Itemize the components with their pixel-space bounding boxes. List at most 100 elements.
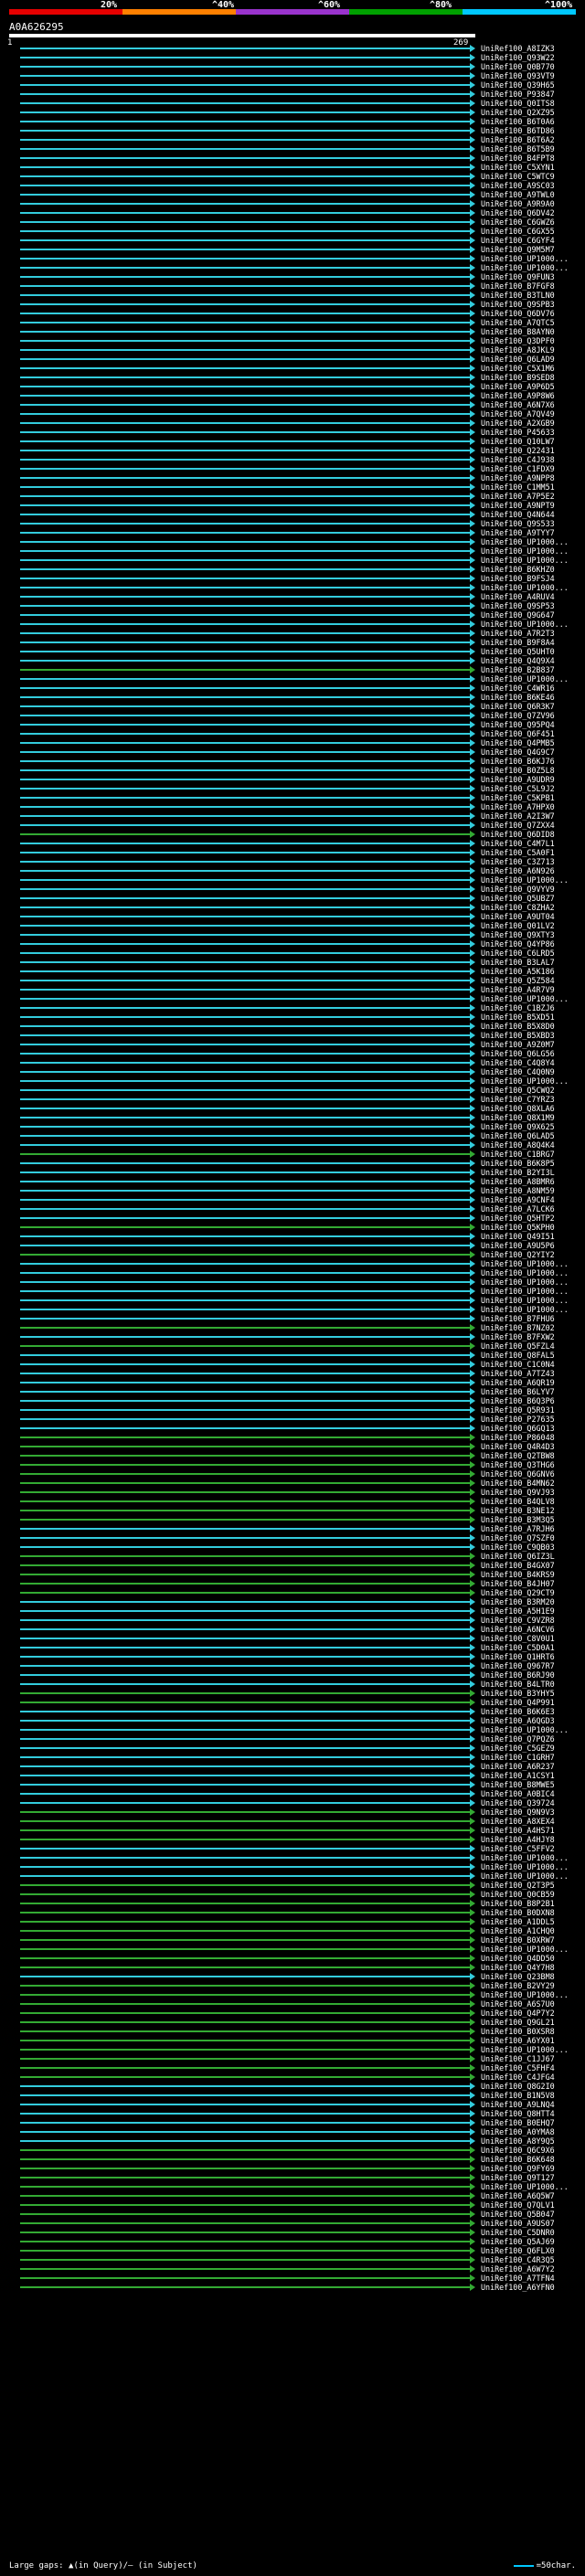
- hit-label[interactable]: UniRef100_A9CNF4: [481, 1195, 555, 1204]
- hit-label[interactable]: UniRef100_Q5CWQ2: [481, 1086, 555, 1095]
- hit-bar[interactable]: [20, 468, 470, 470]
- hit-bar[interactable]: [20, 1683, 470, 1685]
- hit-label[interactable]: UniRef100_B8MWE5: [481, 1780, 555, 1789]
- hit-label[interactable]: UniRef100_Q2TBW8: [481, 1451, 555, 1460]
- hit-bar[interactable]: [20, 331, 470, 333]
- hit-label[interactable]: UniRef100_B9F8A4: [481, 638, 555, 647]
- hit-bar[interactable]: [20, 1628, 470, 1630]
- hit-bar[interactable]: [20, 2030, 470, 2032]
- hit-label[interactable]: UniRef100_B5XD51: [481, 1012, 555, 1022]
- hit-bar[interactable]: [20, 523, 470, 525]
- hit-bar[interactable]: [20, 386, 470, 387]
- hit-label[interactable]: UniRef100_Q1HRT6: [481, 1652, 555, 1661]
- hit-label[interactable]: UniRef100_A6YX01: [481, 2036, 555, 2045]
- hit-bar[interactable]: [20, 249, 470, 250]
- hit-bar[interactable]: [20, 102, 470, 104]
- hit-label[interactable]: UniRef100_C6GX55: [481, 227, 555, 236]
- hit-label[interactable]: UniRef100_B6LYV7: [481, 1387, 555, 1396]
- hit-bar[interactable]: [20, 614, 470, 616]
- hit-label[interactable]: UniRef100_B0EHQ7: [481, 2118, 555, 2127]
- hit-label[interactable]: UniRef100_Q9VJ93: [481, 1488, 555, 1497]
- hit-bar[interactable]: [20, 2067, 470, 2069]
- hit-label[interactable]: UniRef100_Q9SP53: [481, 601, 555, 610]
- hit-bar[interactable]: [20, 568, 470, 570]
- hit-label[interactable]: UniRef100_B6T6A2: [481, 135, 555, 144]
- hit-bar[interactable]: [20, 1318, 470, 1320]
- hit-bar[interactable]: [20, 742, 470, 744]
- hit-bar[interactable]: [20, 1226, 470, 1228]
- hit-bar[interactable]: [20, 1784, 470, 1786]
- hit-bar[interactable]: [20, 1866, 470, 1868]
- hit-bar[interactable]: [20, 733, 470, 735]
- hit-label[interactable]: UniRef100_Q7PQZ6: [481, 1734, 555, 1744]
- hit-bar[interactable]: [20, 2003, 470, 2005]
- hit-bar[interactable]: [20, 1592, 470, 1594]
- hit-bar[interactable]: [20, 897, 470, 899]
- hit-bar[interactable]: [20, 852, 470, 853]
- hit-label[interactable]: UniRef100_A6QR19: [481, 1378, 555, 1387]
- hit-bar[interactable]: [20, 2204, 470, 2206]
- hit-bar[interactable]: [20, 450, 470, 451]
- hit-label[interactable]: UniRef100_A5H1E9: [481, 1606, 555, 1616]
- hit-label[interactable]: UniRef100_C6GYF4: [481, 236, 555, 245]
- hit-label[interactable]: UniRef100_A7TZ43: [481, 1369, 555, 1378]
- hit-label[interactable]: UniRef100_Q5UBZ7: [481, 894, 555, 903]
- hit-bar[interactable]: [20, 1354, 470, 1356]
- hit-bar[interactable]: [20, 1400, 470, 1402]
- hit-bar[interactable]: [20, 815, 470, 817]
- hit-label[interactable]: UniRef100_UP1000...: [481, 674, 569, 684]
- hit-bar[interactable]: [20, 1089, 470, 1091]
- hit-label[interactable]: UniRef100_C6LRD5: [481, 949, 555, 958]
- hit-bar[interactable]: [20, 313, 470, 314]
- hit-bar[interactable]: [20, 2186, 470, 2188]
- hit-bar[interactable]: [20, 1007, 470, 1009]
- hit-label[interactable]: UniRef100_A6YFN0: [481, 2283, 555, 2292]
- hit-bar[interactable]: [20, 1446, 470, 1447]
- hit-bar[interactable]: [20, 285, 470, 287]
- hit-label[interactable]: UniRef100_UP1000...: [481, 1268, 569, 1277]
- hit-label[interactable]: UniRef100_UP1000...: [481, 2182, 569, 2191]
- hit-bar[interactable]: [20, 358, 470, 360]
- hit-bar[interactable]: [20, 779, 470, 780]
- hit-label[interactable]: UniRef100_Q2XZ95: [481, 108, 555, 117]
- hit-label[interactable]: UniRef100_A9TYY7: [481, 528, 555, 537]
- hit-bar[interactable]: [20, 1016, 470, 1018]
- hit-label[interactable]: UniRef100_B0DXN8: [481, 1908, 555, 1917]
- hit-label[interactable]: UniRef100_Q39724: [481, 1798, 555, 1807]
- hit-label[interactable]: UniRef100_A7R2T3: [481, 629, 555, 638]
- hit-label[interactable]: UniRef100_C6GWZ6: [481, 217, 555, 227]
- hit-label[interactable]: UniRef100_B6KE46: [481, 693, 555, 702]
- hit-label[interactable]: UniRef100_A9UDR9: [481, 775, 555, 784]
- hit-bar[interactable]: [20, 239, 470, 241]
- hit-label[interactable]: UniRef100_A8Q4K4: [481, 1140, 555, 1150]
- hit-label[interactable]: UniRef100_A6W7Y2: [481, 2264, 555, 2274]
- hit-label[interactable]: UniRef100_Q5KPH0: [481, 1223, 555, 1232]
- hit-bar[interactable]: [20, 2140, 470, 2142]
- hit-label[interactable]: UniRef100_C9VZR8: [481, 1616, 555, 1625]
- hit-label[interactable]: UniRef100_A4RUV4: [481, 592, 555, 601]
- hit-bar[interactable]: [20, 495, 470, 497]
- hit-label[interactable]: UniRef100_A0BIC4: [481, 1789, 555, 1798]
- hit-bar[interactable]: [20, 1345, 470, 1347]
- hit-bar[interactable]: [20, 2085, 470, 2087]
- hit-label[interactable]: UniRef100_A9P8W6: [481, 391, 555, 400]
- hit-bar[interactable]: [20, 1336, 470, 1338]
- hit-bar[interactable]: [20, 1564, 470, 1566]
- hit-bar[interactable]: [20, 1738, 470, 1740]
- hit-bar[interactable]: [20, 2268, 470, 2270]
- hit-bar[interactable]: [20, 2149, 470, 2151]
- hit-label[interactable]: UniRef100_A9NPT9: [481, 501, 555, 510]
- hit-label[interactable]: UniRef100_B8AYN0: [481, 327, 555, 336]
- hit-label[interactable]: UniRef100_A9NPP8: [481, 473, 555, 482]
- hit-label[interactable]: UniRef100_C1MM51: [481, 482, 555, 492]
- hit-label[interactable]: UniRef100_A9TWL0: [481, 190, 555, 199]
- hit-label[interactable]: UniRef100_B6T5B9: [481, 144, 555, 154]
- hit-bar[interactable]: [20, 1857, 470, 1859]
- hit-label[interactable]: UniRef100_UP1000...: [481, 556, 569, 565]
- hit-bar[interactable]: [20, 276, 470, 278]
- hit-label[interactable]: UniRef100_B6KHZ0: [481, 565, 555, 574]
- hit-bar[interactable]: [20, 2195, 470, 2197]
- hit-label[interactable]: UniRef100_Q4Y7H8: [481, 1963, 555, 1972]
- hit-label[interactable]: UniRef100_B6K6E3: [481, 1707, 555, 1716]
- hit-label[interactable]: UniRef100_B9FSJ4: [481, 574, 555, 583]
